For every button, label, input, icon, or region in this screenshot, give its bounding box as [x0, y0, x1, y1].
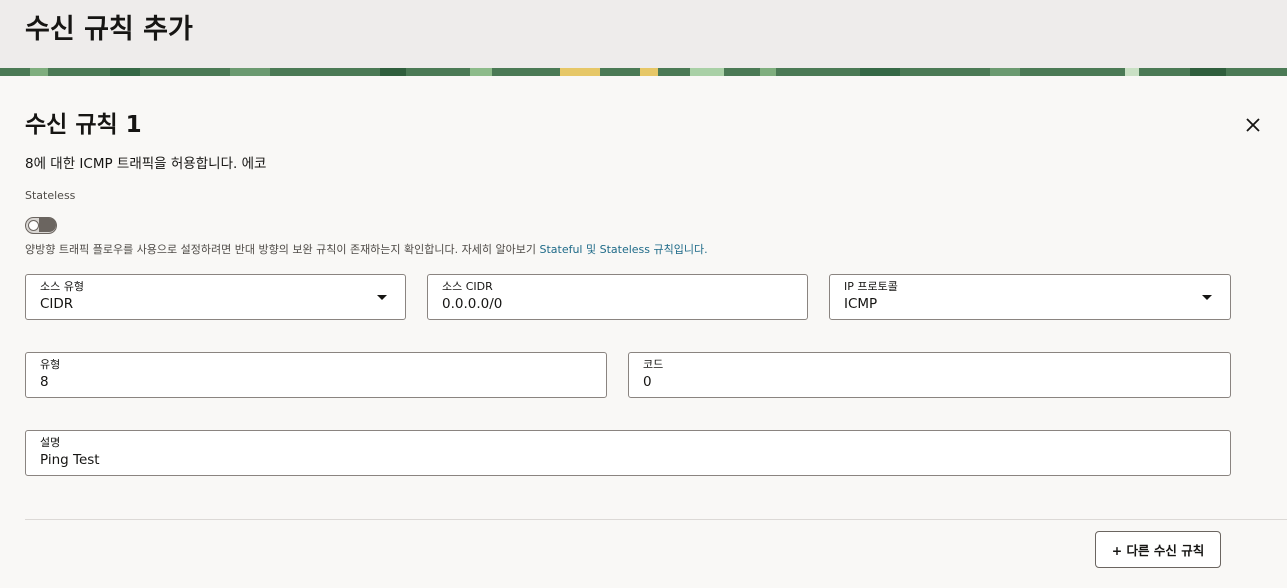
description-label: 설명 [40, 436, 61, 449]
toggle-knob [28, 219, 39, 231]
type-label: 유형 [40, 358, 61, 371]
add-ingress-rule-button[interactable]: + 다른 수신 규칙 [1095, 531, 1221, 568]
ip-protocol-value: ICMP [844, 296, 878, 312]
toggle-track [39, 218, 56, 232]
source-cidr-label: 소스 CIDR [442, 280, 493, 293]
code-input[interactable]: 코드 0 [628, 352, 1231, 398]
stateless-help-text: 양방향 트래픽 플로우를 사용으로 설정하려면 반대 방향의 보완 규칙이 존재… [25, 242, 708, 258]
page-title: 수신 규칙 추가 [25, 14, 193, 45]
source-cidr-value: 0.0.0.0/0 [442, 296, 503, 312]
code-value: 0 [643, 374, 652, 390]
rule-title: 수신 규칙 1 [25, 112, 142, 138]
source-type-label: 소스 유형 [40, 280, 84, 293]
chevron-down-icon [377, 295, 387, 300]
close-icon [1246, 118, 1260, 132]
stateful-stateless-link[interactable]: Stateful 및 Stateless 규칙입니다. [539, 243, 707, 256]
ip-protocol-select[interactable]: IP 프로토콜 ICMP [829, 274, 1231, 320]
code-label: 코드 [643, 358, 664, 371]
divider [25, 519, 1287, 520]
type-value: 8 [40, 374, 49, 390]
close-button[interactable] [1238, 110, 1268, 140]
stateless-label: Stateless [25, 189, 76, 202]
type-input[interactable]: 유형 8 [25, 352, 607, 398]
ingress-rule-panel: 수신 규칙 1 8에 대한 ICMP 트래픽을 허용합니다. 에코 Statel… [0, 76, 1287, 588]
source-type-value: CIDR [40, 296, 74, 312]
source-type-select[interactable]: 소스 유형 CIDR [25, 274, 406, 320]
rule-summary: 8에 대한 ICMP 트래픽을 허용합니다. 에코 [25, 156, 267, 172]
stateless-toggle[interactable] [25, 217, 57, 234]
source-cidr-input[interactable]: 소스 CIDR 0.0.0.0/0 [427, 274, 808, 320]
help-text: 양방향 트래픽 플로우를 사용으로 설정하려면 반대 방향의 보완 규칙이 존재… [25, 243, 540, 256]
ip-protocol-label: IP 프로토콜 [844, 280, 898, 293]
chevron-down-icon [1202, 295, 1212, 300]
description-input[interactable]: 설명 Ping Test [25, 430, 1231, 476]
decorative-banner [0, 68, 1287, 76]
page-header: 수신 규칙 추가 [0, 0, 1287, 68]
description-value: Ping Test [40, 452, 100, 468]
